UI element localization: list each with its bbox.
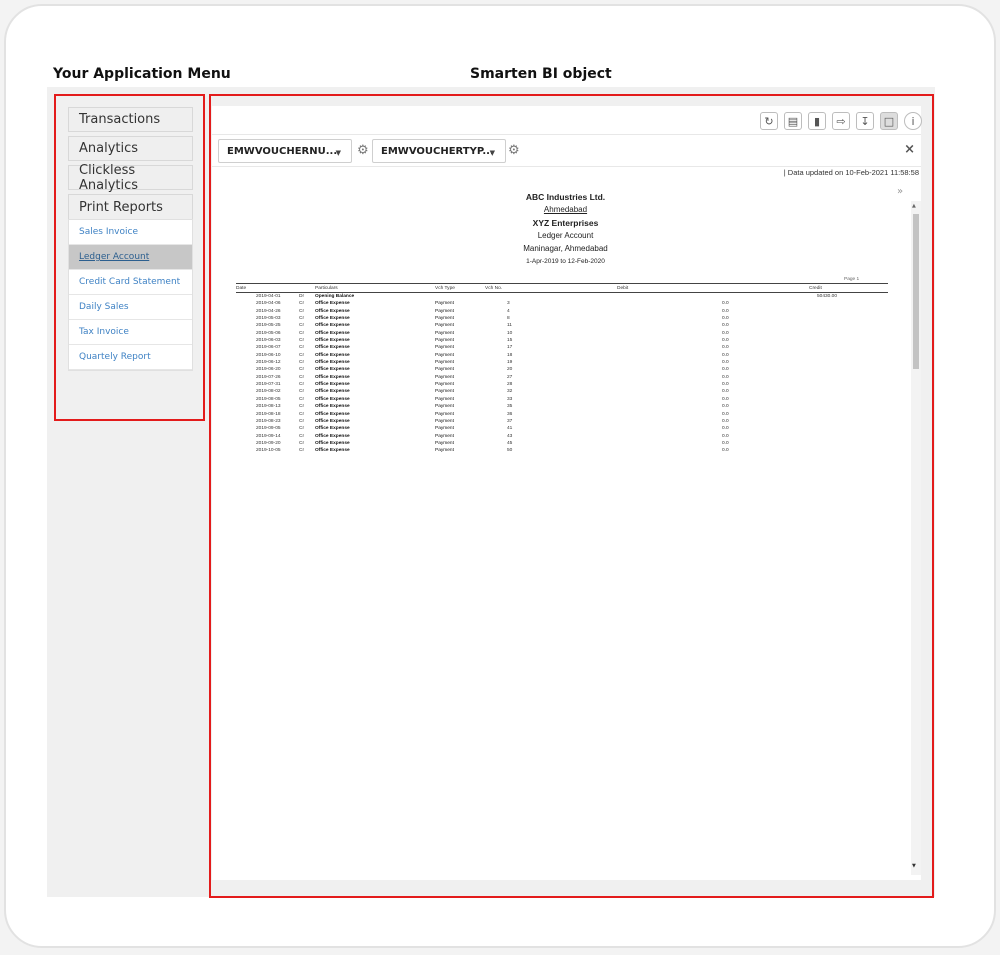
bi-object-highlight <box>209 94 934 898</box>
app-menu-highlight <box>54 94 205 421</box>
bi-object-heading: Smarten BI object <box>470 66 612 82</box>
app-menu-heading: Your Application Menu <box>53 66 231 82</box>
